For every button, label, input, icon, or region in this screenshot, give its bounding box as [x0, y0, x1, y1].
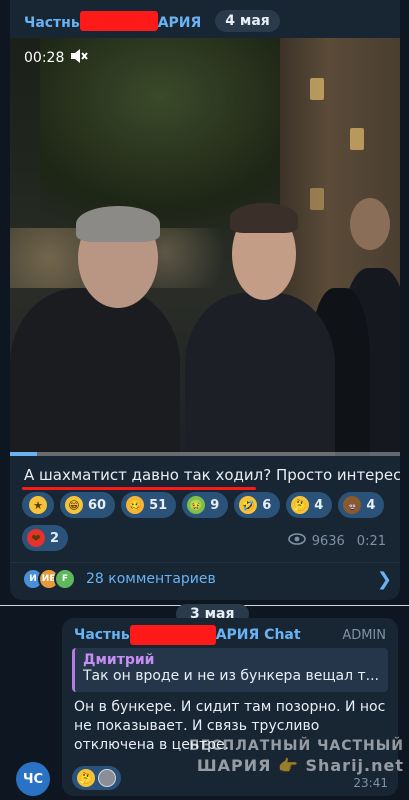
reaction-count: 9: [210, 497, 220, 513]
eye-icon: [287, 533, 306, 549]
reaction-chip[interactable]: 🥴 51: [121, 492, 177, 518]
reaction-count: 60: [88, 497, 107, 513]
person-head: [350, 198, 390, 250]
reaction-count: 6: [262, 497, 272, 513]
video-elapsed-time: 00:28: [24, 50, 65, 66]
video-progress-bar[interactable]: [10, 452, 400, 456]
comment-header: Частнь АРИЯ Chat ADMIN: [74, 625, 386, 645]
laughing-face-icon: 😁: [65, 496, 83, 514]
reaction-chip[interactable]: 🤢 9: [182, 492, 229, 518]
avatar: F: [54, 568, 76, 590]
reaction-count: 2: [50, 530, 60, 546]
comment-author-suffix: АРИЯ Chat: [215, 627, 301, 643]
person-left-body: [10, 288, 180, 456]
post-header: Частнь АРИЯ 4 мая: [24, 9, 280, 33]
redaction-mark: [79, 11, 158, 31]
thinking-face-icon: 🤔: [77, 769, 95, 787]
date-badge: 4 мая: [215, 10, 280, 32]
person-center-body: [185, 293, 335, 456]
watermark-line: ШАРИЯ 👉 Sharij.net: [196, 756, 404, 775]
admin-badge: ADMIN: [342, 627, 386, 643]
video-time-badge: 00:28: [24, 48, 89, 68]
post-meta: 9636 0:21: [287, 533, 386, 549]
woozy-face-icon: 🥴: [126, 496, 145, 514]
watermark: БЕСПЛАТНЫЙ ЧАСТНЫЙ ШАРИЯ 👉 Sharij.net: [180, 738, 404, 775]
reaction-chip[interactable]: 😁 60: [60, 492, 116, 518]
rofl-face-icon: 🤣: [239, 496, 258, 514]
person-left-hair: [76, 206, 160, 242]
avatar[interactable]: ЧС: [16, 762, 50, 796]
thinking-face-icon: 🤔: [291, 496, 310, 514]
video-player[interactable]: 00:28: [10, 38, 400, 456]
post-time: 0:21: [356, 533, 386, 549]
reaction-count: 51: [149, 497, 168, 513]
reaction-chip[interactable]: ❤ 2: [22, 525, 69, 551]
user-avatar-icon: [98, 769, 116, 787]
channel-name-prefix: Частнь: [24, 15, 80, 31]
chevron-right-icon: ❯: [376, 568, 392, 590]
comment-reaction-chip[interactable]: 🤔: [72, 766, 121, 790]
redaction-mark: [129, 625, 216, 645]
nauseated-face-icon: 🤢: [187, 496, 206, 514]
highlight-underline: [22, 487, 256, 490]
video-scene-lights: [10, 228, 400, 288]
person-center-hair: [230, 203, 298, 233]
poop-icon: 💩: [343, 496, 362, 514]
watermark-line: БЕСПЛАТНЫЙ ЧАСТНЫЙ: [189, 738, 404, 754]
channel-name-suffix: АРИЯ: [157, 15, 202, 31]
comment-author-prefix: Частнь: [74, 627, 130, 643]
post-caption: А шахматист давно так ходил? Просто инте…: [24, 466, 400, 484]
video-progress-fill: [10, 452, 38, 456]
reaction-chip[interactable]: ★: [22, 492, 54, 518]
reaction-chip[interactable]: 💩 4: [338, 492, 385, 518]
commenter-avatars: И ИБ F: [22, 568, 76, 590]
reaction-count: 4: [314, 497, 324, 513]
reply-text: Так он вроде и не из бункера вещал т...: [83, 668, 380, 684]
comments-divider: [10, 562, 400, 563]
comment-text-line: не показывает. И связь трусливо: [74, 718, 320, 734]
reaction-chip[interactable]: 🤣 6: [234, 492, 281, 518]
channel-post: Частнь АРИЯ 4 мая 00:28 А шахматист давн…: [10, 0, 400, 600]
reply-author: Дмитрий: [83, 652, 155, 668]
muted-speaker-icon[interactable]: [70, 48, 89, 68]
comments-count-label: 28 комментариев: [86, 571, 216, 587]
heart-icon: ❤: [27, 529, 45, 547]
comment-text-line: Он в бункере. И сидит там позорно. И нос: [74, 699, 386, 715]
reaction-count: 4: [366, 497, 376, 513]
reaction-chip[interactable]: 🤔 4: [286, 492, 333, 518]
comment-time: 23:41: [353, 776, 388, 790]
channel-name[interactable]: Частнь АРИЯ: [24, 11, 201, 31]
star-icon: ★: [29, 496, 47, 514]
view-count: 9636: [311, 533, 345, 549]
comment-author[interactable]: Частнь АРИЯ Chat: [74, 625, 301, 645]
comments-button[interactable]: И ИБ F 28 комментариев ❯: [22, 566, 392, 592]
reply-quote[interactable]: Дмитрий Так он вроде и не из бункера вещ…: [72, 648, 388, 692]
